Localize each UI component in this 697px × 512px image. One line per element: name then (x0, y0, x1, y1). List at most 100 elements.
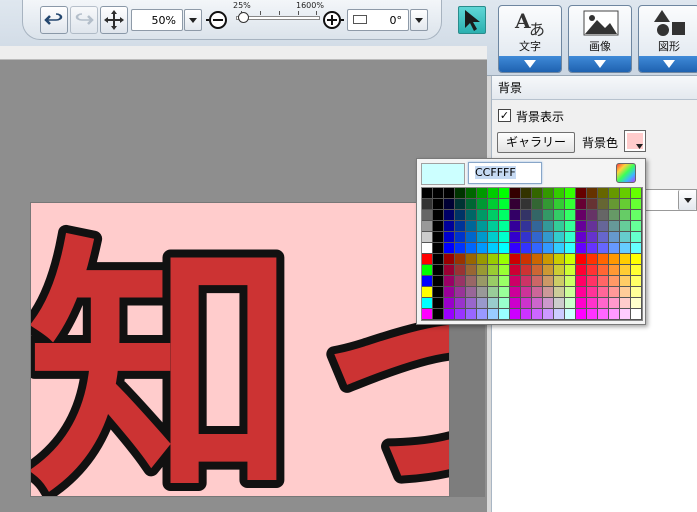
color-cell[interactable] (521, 221, 532, 232)
color-cell[interactable] (631, 287, 642, 298)
zoom-in-icon[interactable] (320, 8, 344, 32)
color-cell[interactable] (554, 298, 565, 309)
color-cell[interactable] (488, 309, 499, 320)
color-cell[interactable] (598, 199, 609, 210)
color-cell[interactable] (554, 188, 565, 199)
color-cell[interactable] (565, 188, 576, 199)
color-cell[interactable] (543, 232, 554, 243)
color-cell[interactable] (554, 232, 565, 243)
rotation-dropdown-button[interactable] (410, 9, 428, 31)
color-cell[interactable] (598, 276, 609, 287)
color-cell[interactable] (598, 265, 609, 276)
color-cell[interactable] (576, 221, 587, 232)
color-cell[interactable] (576, 298, 587, 309)
color-cell[interactable] (620, 287, 631, 298)
color-cell[interactable] (565, 265, 576, 276)
color-cell[interactable] (532, 309, 543, 320)
color-cell[interactable] (499, 254, 510, 265)
color-cell[interactable] (477, 199, 488, 210)
color-cell[interactable] (587, 298, 598, 309)
color-cell[interactable] (598, 254, 609, 265)
hex-color-input[interactable]: CCFFFF (468, 162, 542, 184)
color-cell[interactable] (499, 232, 510, 243)
color-cell[interactable] (543, 210, 554, 221)
color-cell[interactable] (433, 254, 444, 265)
color-cell[interactable] (565, 276, 576, 287)
color-cell[interactable] (554, 276, 565, 287)
color-cell[interactable] (598, 188, 609, 199)
color-cell[interactable] (521, 276, 532, 287)
color-cell[interactable] (576, 199, 587, 210)
color-cell[interactable] (444, 221, 455, 232)
color-cell[interactable] (532, 298, 543, 309)
color-cell[interactable] (433, 210, 444, 221)
color-spectrum-button[interactable] (616, 163, 636, 183)
color-cell[interactable] (532, 210, 543, 221)
color-cell[interactable] (576, 232, 587, 243)
color-cell[interactable] (444, 243, 455, 254)
color-cell[interactable] (422, 298, 433, 309)
color-cell[interactable] (620, 199, 631, 210)
color-cell[interactable] (609, 188, 620, 199)
color-cell[interactable] (587, 309, 598, 320)
add-text-dropdown[interactable] (499, 56, 561, 72)
color-cell[interactable] (521, 232, 532, 243)
add-image-button[interactable]: 画像 (568, 5, 632, 73)
color-cell[interactable] (488, 232, 499, 243)
color-cell[interactable] (422, 232, 433, 243)
color-cell[interactable] (532, 199, 543, 210)
color-cell[interactable] (455, 254, 466, 265)
color-cell[interactable] (609, 276, 620, 287)
color-cell[interactable] (433, 287, 444, 298)
color-cell[interactable] (477, 287, 488, 298)
color-cell[interactable] (488, 188, 499, 199)
color-cell[interactable] (598, 221, 609, 232)
color-cell[interactable] (631, 254, 642, 265)
color-cell[interactable] (422, 254, 433, 265)
color-cell[interactable] (609, 254, 620, 265)
color-cell[interactable] (455, 298, 466, 309)
color-cell[interactable] (455, 221, 466, 232)
color-cell[interactable] (631, 243, 642, 254)
color-cell[interactable] (510, 287, 521, 298)
color-cell[interactable] (488, 276, 499, 287)
color-cell[interactable] (576, 309, 587, 320)
color-cell[interactable] (620, 210, 631, 221)
color-cell[interactable] (576, 254, 587, 265)
color-cell[interactable] (598, 210, 609, 221)
color-cell[interactable] (466, 309, 477, 320)
color-cell[interactable] (444, 265, 455, 276)
color-cell[interactable] (543, 188, 554, 199)
color-cell[interactable] (631, 309, 642, 320)
color-cell[interactable] (543, 287, 554, 298)
color-cell[interactable] (620, 265, 631, 276)
color-cell[interactable] (488, 265, 499, 276)
color-cell[interactable] (499, 265, 510, 276)
color-cell[interactable] (433, 188, 444, 199)
color-cell[interactable] (433, 243, 444, 254)
color-cell[interactable] (422, 188, 433, 199)
color-cell[interactable] (510, 188, 521, 199)
color-cell[interactable] (620, 232, 631, 243)
color-cell[interactable] (444, 232, 455, 243)
color-cell[interactable] (510, 276, 521, 287)
color-cell[interactable] (532, 221, 543, 232)
zoom-dropdown-button[interactable] (184, 9, 202, 31)
color-cell[interactable] (609, 287, 620, 298)
color-cell[interactable] (499, 221, 510, 232)
color-cell[interactable] (499, 199, 510, 210)
color-cell[interactable] (565, 254, 576, 265)
select-tool-button[interactable] (458, 6, 486, 34)
color-cell[interactable] (576, 276, 587, 287)
canvas-artwork[interactable]: 知っ (31, 203, 450, 497)
color-cell[interactable] (521, 265, 532, 276)
color-cell[interactable] (587, 188, 598, 199)
color-cell[interactable] (521, 243, 532, 254)
color-cell[interactable] (543, 243, 554, 254)
color-cell[interactable] (444, 254, 455, 265)
rotation-select[interactable]: 0° (347, 9, 409, 31)
color-cell[interactable] (510, 199, 521, 210)
color-cell[interactable] (422, 221, 433, 232)
color-cell[interactable] (620, 243, 631, 254)
color-cell[interactable] (631, 265, 642, 276)
